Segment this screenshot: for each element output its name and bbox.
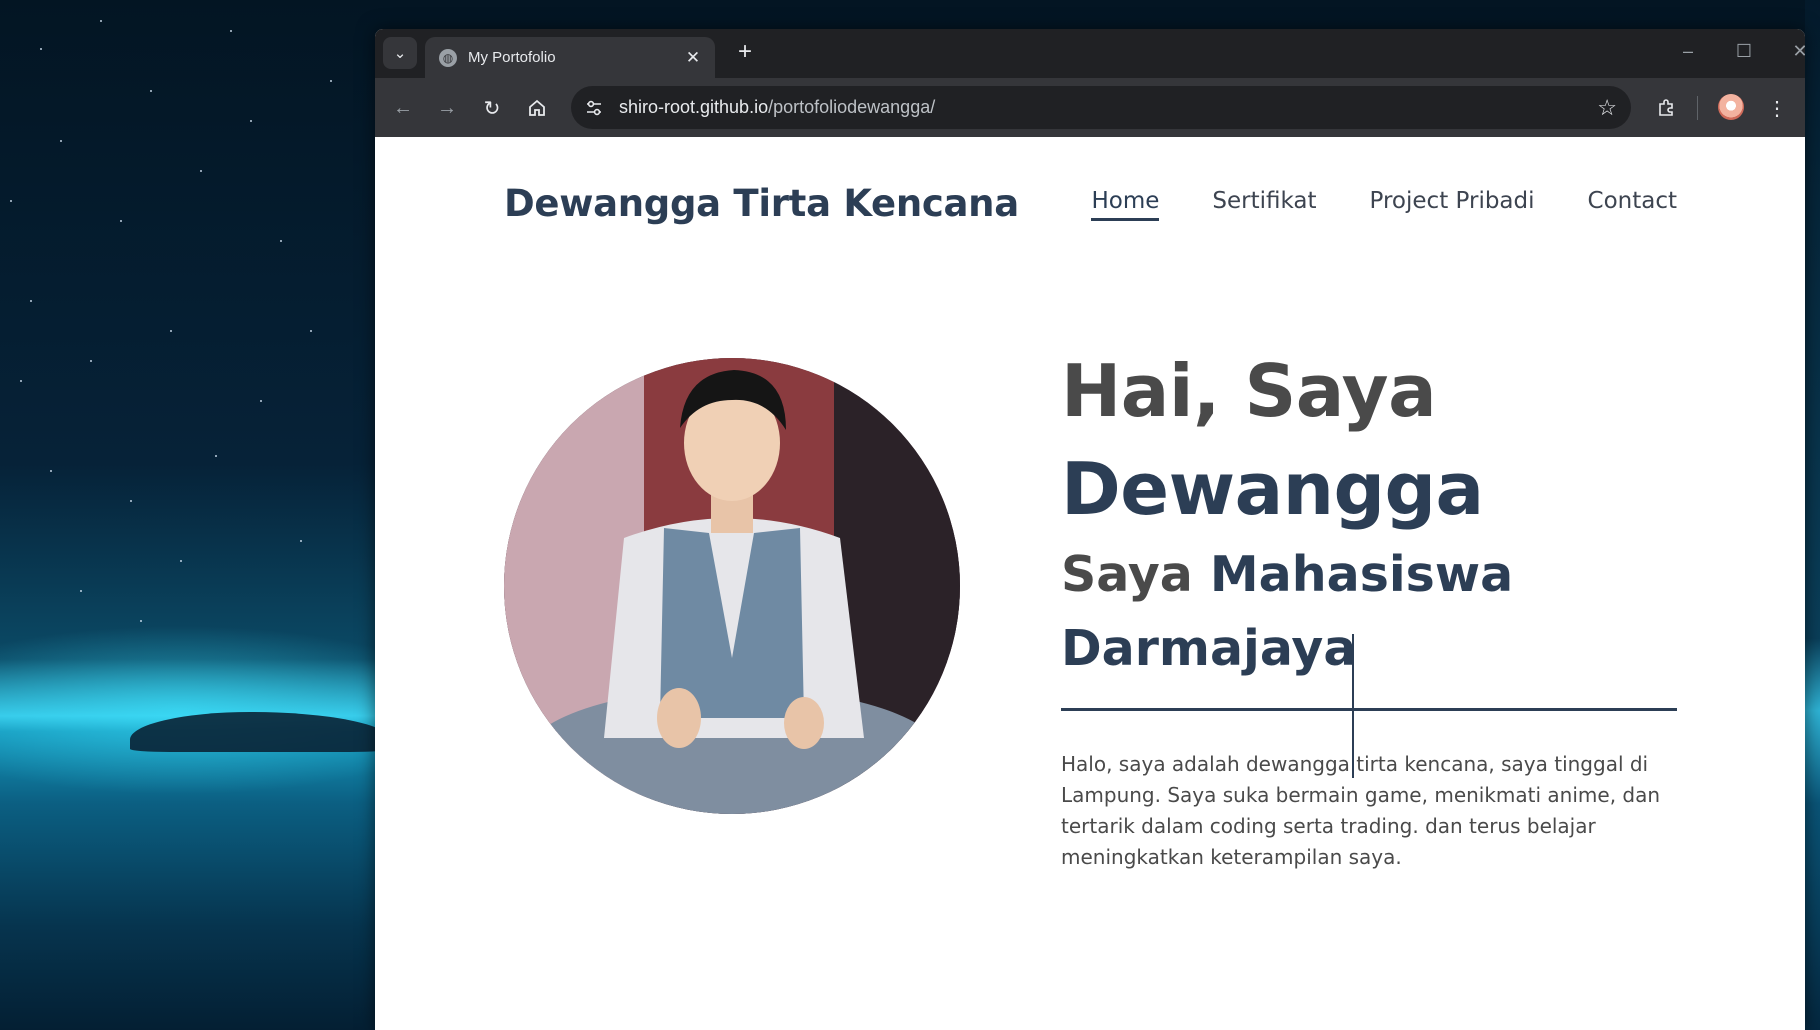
puzzle-icon[interactable] — [1650, 92, 1682, 124]
hero-subtitle: Saya Mahasiswa Darmajaya — [1061, 538, 1681, 686]
arrow-right-icon[interactable]: → — [431, 92, 463, 124]
toolbar-divider — [1697, 96, 1698, 120]
hero-name: Dewangga — [1061, 447, 1484, 531]
home-icon[interactable] — [521, 92, 553, 124]
hero-underline — [1061, 708, 1677, 711]
browser-window: ⌄ ◍ My Portofolio ✕ + – ☐ ✕ ← → ↻ shiro-… — [375, 29, 1805, 1030]
hero-subtitle-lead: Saya — [1061, 546, 1193, 603]
web-page: Dewangga Tirta Kencana Home Sertifikat P… — [375, 137, 1805, 1030]
tune-icon[interactable] — [581, 95, 607, 121]
url-path: /portofoliodewangga/ — [768, 97, 936, 117]
tab-title: My Portofolio — [468, 49, 556, 66]
nav-contact[interactable]: Contact — [1588, 188, 1677, 221]
kebab-menu-icon[interactable]: ⋮ — [1761, 92, 1793, 124]
address-bar[interactable]: shiro-root.github.io/portofoliodewangga/… — [571, 86, 1631, 129]
profile-photo — [504, 358, 960, 814]
chevron-down-icon[interactable]: ⌄ — [383, 37, 417, 69]
nav-project-pribadi[interactable]: Project Pribadi — [1370, 188, 1535, 221]
hero-subtitle-rest: Mahasiswa — [1209, 546, 1514, 603]
avatar[interactable] — [1718, 94, 1744, 120]
tab-strip: ⌄ ◍ My Portofolio ✕ + – ☐ ✕ — [375, 29, 1805, 78]
plus-icon[interactable]: + — [731, 39, 759, 67]
browser-tab[interactable]: ◍ My Portofolio ✕ — [425, 37, 715, 78]
hero-text: Hai, Saya Dewangga Saya Mahasiswa Darmaj… — [1061, 342, 1681, 686]
globe-icon: ◍ — [439, 48, 457, 67]
minimize-icon[interactable]: – — [1668, 41, 1708, 62]
hero-subtitle-line2: Darmajaya — [1061, 620, 1357, 677]
arrow-left-icon[interactable]: ← — [387, 92, 419, 124]
hero-bio: Halo, saya adalah dewangga tirta kencana… — [1061, 752, 1661, 869]
nav-home[interactable]: Home — [1091, 188, 1160, 221]
profile-photo-illustration — [504, 358, 960, 814]
browser-toolbar: ← → ↻ shiro-root.github.io/portofoliodew… — [375, 78, 1805, 137]
window-close-icon[interactable]: ✕ — [1780, 41, 1805, 62]
hero-greeting: Hai, Saya — [1061, 349, 1437, 433]
nav-sertifikat[interactable]: Sertifikat — [1212, 188, 1316, 221]
site-brand[interactable]: Dewangga Tirta Kencana — [504, 182, 1019, 225]
maximize-icon[interactable]: ☐ — [1724, 41, 1764, 62]
reload-icon[interactable]: ↻ — [476, 92, 508, 124]
close-icon[interactable]: ✕ — [683, 48, 703, 68]
star-icon[interactable]: ☆ — [1597, 95, 1617, 121]
url-host: shiro-root.github.io — [619, 97, 769, 117]
site-nav: Home Sertifikat Project Pribadi Contact — [1091, 188, 1677, 221]
wallpaper-right-edge — [1805, 0, 1820, 1030]
